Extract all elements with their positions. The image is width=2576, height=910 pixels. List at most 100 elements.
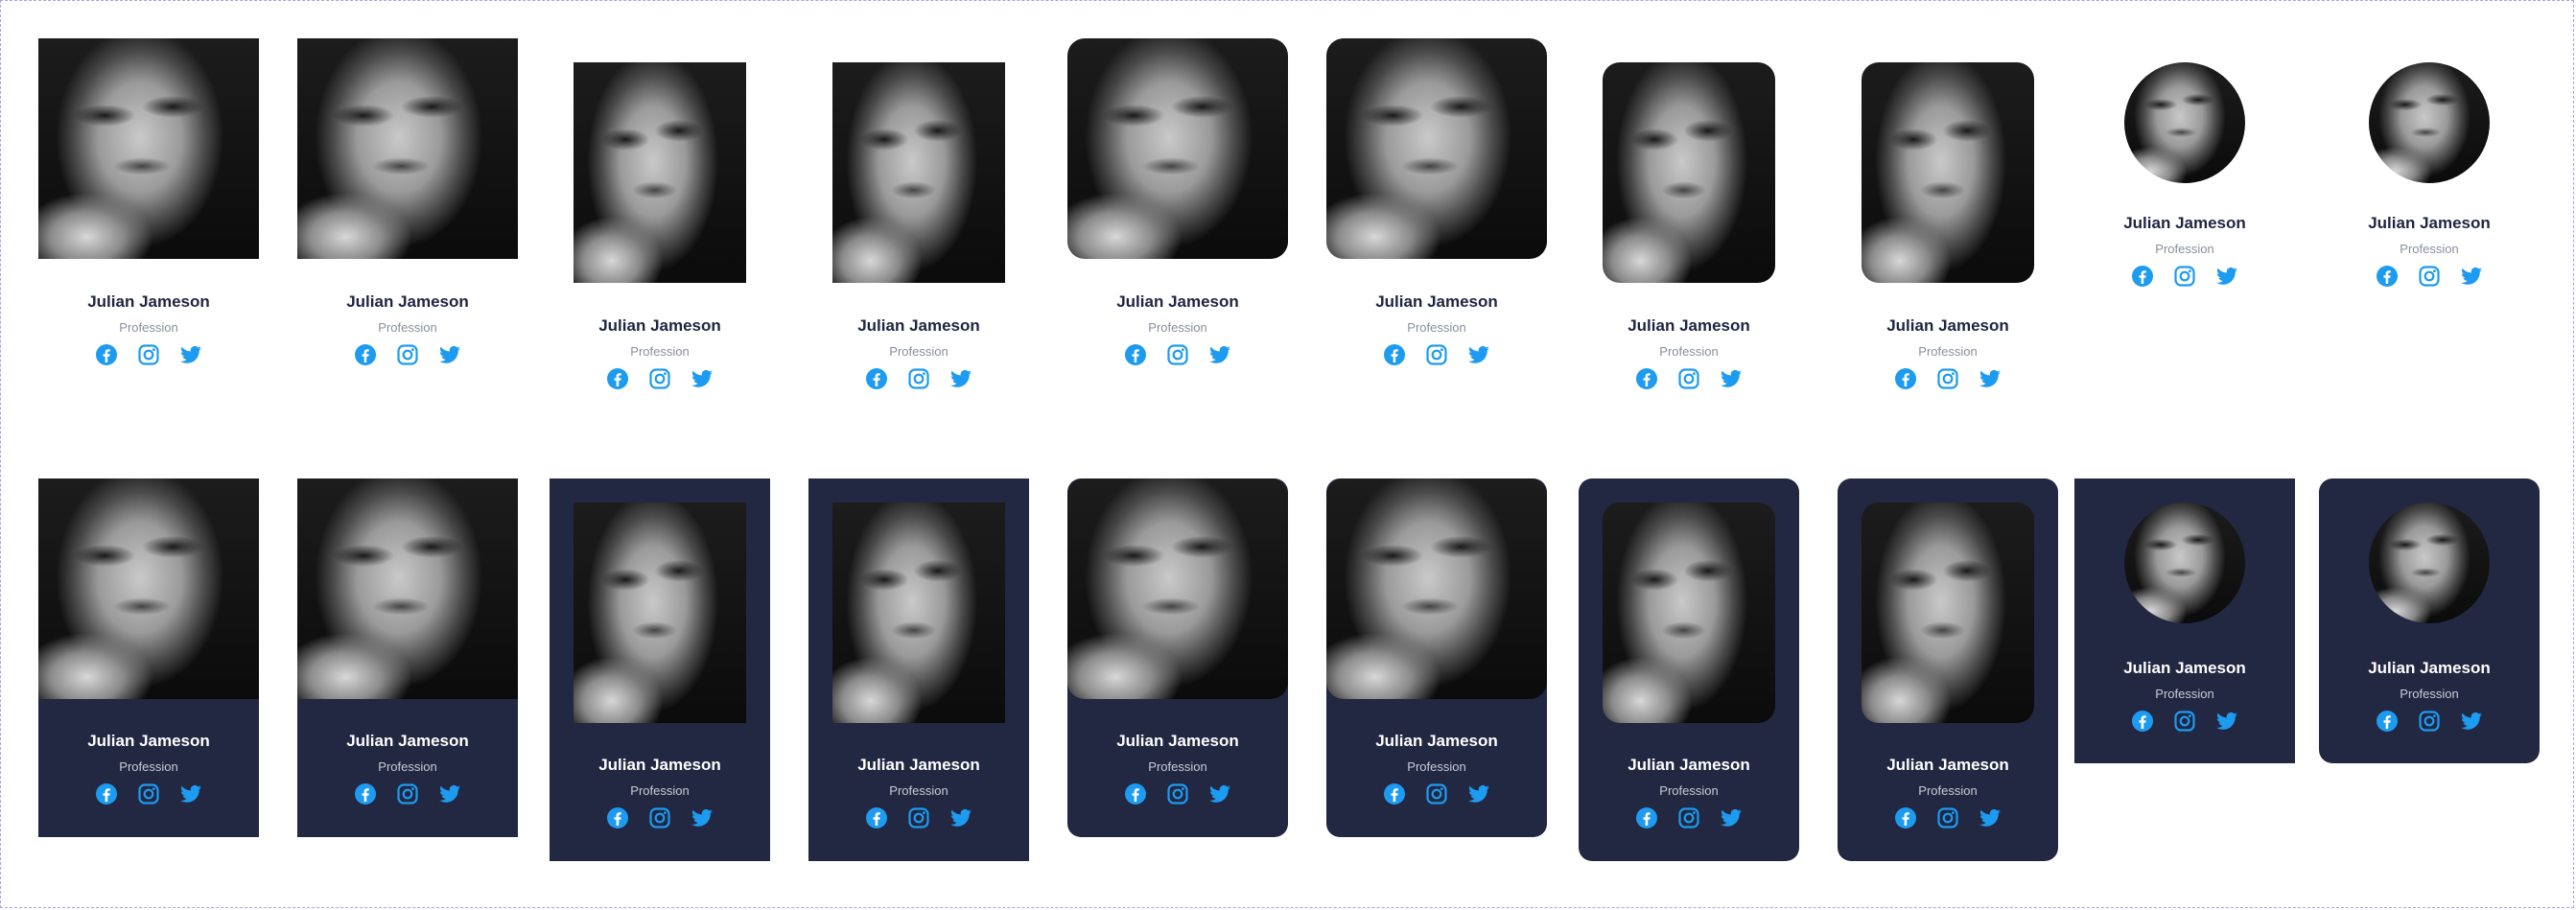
member-name: Julian Jameson	[598, 316, 721, 335]
facebook-icon[interactable]	[95, 782, 118, 805]
team-member-card: Julian Jameson Profession	[1067, 38, 1288, 403]
facebook-icon[interactable]	[865, 806, 888, 829]
member-name: Julian Jameson	[346, 292, 469, 311]
member-name: Julian Jameson	[1116, 292, 1239, 311]
member-profession: Profession	[1918, 783, 1978, 798]
social-links	[1579, 806, 1799, 831]
member-name: Julian Jameson	[1628, 316, 1750, 335]
instagram-icon[interactable]	[907, 806, 930, 829]
instagram-icon[interactable]	[1936, 367, 1959, 390]
social-links	[1838, 806, 2058, 831]
facebook-icon[interactable]	[1383, 782, 1406, 805]
facebook-icon[interactable]	[354, 343, 377, 366]
facebook-icon[interactable]	[354, 782, 377, 805]
team-member-card: Julian Jameson Profession	[2319, 38, 2540, 316]
instagram-icon[interactable]	[1166, 343, 1189, 366]
facebook-icon[interactable]	[1635, 806, 1658, 829]
facebook-icon[interactable]	[1124, 782, 1147, 805]
team-member-card: Julian Jameson Profession	[297, 38, 518, 403]
twitter-icon[interactable]	[949, 806, 972, 829]
facebook-icon[interactable]	[865, 367, 888, 390]
facebook-icon[interactable]	[1894, 367, 1917, 390]
facebook-icon[interactable]	[1124, 343, 1147, 366]
instagram-icon[interactable]	[648, 367, 671, 390]
twitter-icon[interactable]	[2215, 710, 2238, 733]
twitter-icon[interactable]	[949, 367, 972, 390]
facebook-icon[interactable]	[2376, 710, 2399, 733]
facebook-icon[interactable]	[2131, 265, 2154, 288]
member-photo	[832, 62, 1005, 283]
twitter-icon[interactable]	[179, 343, 202, 366]
member-profession: Profession	[1918, 344, 1978, 359]
member-photo	[2124, 62, 2245, 183]
instagram-icon[interactable]	[137, 782, 160, 805]
member-photo	[2369, 62, 2490, 183]
facebook-icon[interactable]	[95, 343, 118, 366]
member-photo	[38, 478, 259, 699]
instagram-icon[interactable]	[648, 806, 671, 829]
twitter-icon[interactable]	[1208, 782, 1231, 805]
member-profession: Profession	[2155, 687, 2214, 701]
twitter-icon[interactable]	[1979, 806, 2002, 829]
member-photo	[1603, 502, 1775, 723]
social-links	[1326, 343, 1547, 368]
facebook-icon[interactable]	[1894, 806, 1917, 829]
member-profession: Profession	[889, 344, 948, 359]
facebook-icon[interactable]	[1383, 343, 1406, 366]
instagram-icon[interactable]	[1677, 367, 1700, 390]
twitter-icon[interactable]	[1467, 782, 1490, 805]
member-name: Julian Jameson	[2123, 659, 2246, 677]
twitter-icon[interactable]	[1720, 367, 1743, 390]
twitter-icon[interactable]	[179, 782, 202, 805]
member-photo	[38, 38, 259, 259]
social-links	[297, 782, 518, 807]
twitter-icon[interactable]	[2460, 265, 2483, 288]
instagram-icon[interactable]	[1425, 782, 1448, 805]
twitter-icon[interactable]	[438, 782, 461, 805]
facebook-icon[interactable]	[2131, 710, 2154, 733]
instagram-icon[interactable]	[2173, 710, 2196, 733]
instagram-icon[interactable]	[2173, 265, 2196, 288]
twitter-icon[interactable]	[1467, 343, 1490, 366]
member-name: Julian Jameson	[1628, 756, 1750, 774]
member-name: Julian Jameson	[857, 756, 980, 774]
team-member-card: Julian Jameson Profession	[1326, 38, 1547, 403]
instagram-icon[interactable]	[2418, 265, 2441, 288]
instagram-icon[interactable]	[1677, 806, 1700, 829]
team-member-card: Julian Jameson Profession	[550, 478, 770, 861]
member-photo	[574, 502, 746, 723]
member-profession: Profession	[2155, 242, 2214, 256]
twitter-icon[interactable]	[438, 343, 461, 366]
facebook-icon[interactable]	[606, 367, 629, 390]
facebook-icon[interactable]	[1635, 367, 1658, 390]
team-member-card: Julian Jameson Profession	[1579, 38, 1799, 427]
member-profession: Profession	[378, 320, 437, 335]
member-profession: Profession	[119, 759, 178, 774]
instagram-icon[interactable]	[2418, 710, 2441, 733]
team-member-card: Julian Jameson Profession	[1326, 478, 1547, 837]
social-links	[2074, 265, 2295, 290]
instagram-icon[interactable]	[1425, 343, 1448, 366]
twitter-icon[interactable]	[1979, 367, 2002, 390]
twitter-icon[interactable]	[691, 367, 714, 390]
member-photo	[1067, 38, 1288, 259]
instagram-icon[interactable]	[396, 782, 419, 805]
twitter-icon[interactable]	[1208, 343, 1231, 366]
facebook-icon[interactable]	[606, 806, 629, 829]
twitter-icon[interactable]	[2460, 710, 2483, 733]
instagram-icon[interactable]	[137, 343, 160, 366]
member-profession: Profession	[378, 759, 437, 774]
twitter-icon[interactable]	[2215, 265, 2238, 288]
social-links	[1067, 343, 1288, 368]
instagram-icon[interactable]	[396, 343, 419, 366]
team-member-card: Julian Jameson Profession	[550, 38, 770, 427]
instagram-icon[interactable]	[1166, 782, 1189, 805]
facebook-icon[interactable]	[2376, 265, 2399, 288]
team-member-card: Julian Jameson Profession	[1579, 478, 1799, 861]
social-links	[1067, 782, 1288, 807]
twitter-icon[interactable]	[1720, 806, 1743, 829]
instagram-icon[interactable]	[1936, 806, 1959, 829]
member-profession: Profession	[1148, 320, 1207, 335]
instagram-icon[interactable]	[907, 367, 930, 390]
twitter-icon[interactable]	[691, 806, 714, 829]
